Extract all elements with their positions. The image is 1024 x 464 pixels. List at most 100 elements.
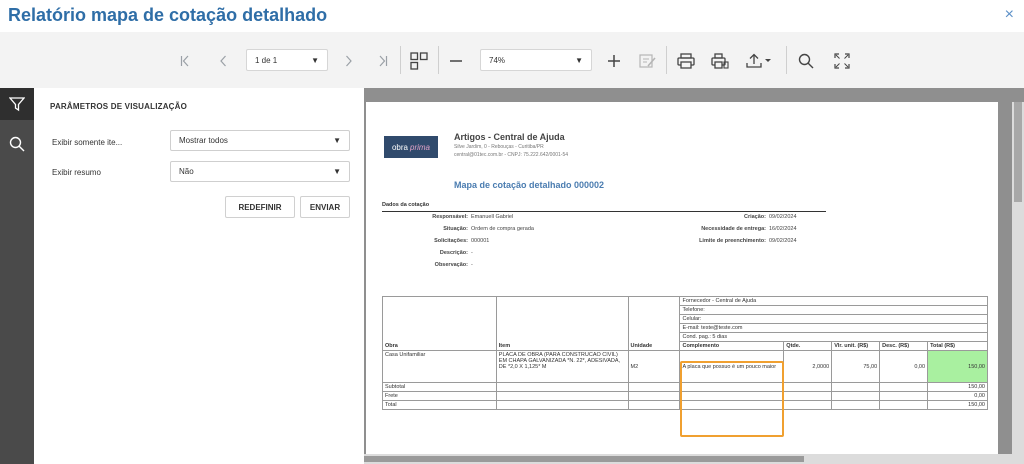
- field-key: Responsável:: [432, 214, 468, 220]
- field-value: 16/02/2024: [769, 226, 797, 232]
- cell-obra: Casa Unifamiliar: [382, 350, 497, 383]
- zoom-in-icon[interactable]: [606, 50, 622, 72]
- left-rail: [0, 88, 34, 464]
- parameters-panel: PARÂMETROS DE VISUALIZAÇÃO Exibir soment…: [34, 88, 364, 464]
- col-header-complemento: Complemento: [679, 341, 785, 351]
- previous-page-icon[interactable]: [216, 50, 230, 72]
- chevron-down-icon: ▼: [575, 55, 583, 65]
- field-value: Emanuell Gabriel: [471, 214, 514, 220]
- chevron-down-icon: ▼: [333, 136, 341, 145]
- page-selector[interactable]: 1 de 1 ▼: [246, 49, 328, 71]
- col-header-item: Item: [495, 341, 629, 351]
- search-icon[interactable]: [0, 128, 34, 160]
- toolbar-divider: [666, 46, 667, 74]
- supplier-phone: Telefone:: [679, 305, 988, 315]
- export-icon[interactable]: [744, 50, 774, 72]
- field-key: Criação:: [743, 214, 766, 220]
- report-viewer: obra prima Artigos - Central de Ajuda Sil…: [364, 88, 1024, 464]
- title-bar: Relatório mapa de cotação detalhado ×: [0, 0, 1024, 32]
- vertical-scroll-thumb[interactable]: [1014, 102, 1022, 202]
- edit-report-icon[interactable]: [638, 50, 658, 72]
- cell-total: 150,00: [927, 350, 988, 383]
- report-page: obra prima Artigos - Central de Ajuda Sil…: [366, 102, 998, 454]
- send-button[interactable]: ENVIAR: [300, 196, 350, 218]
- filter-icon[interactable]: [0, 88, 34, 120]
- supplier-payment-terms: Cond. pag.: 5 dias: [679, 332, 988, 342]
- fullscreen-icon[interactable]: [832, 50, 852, 72]
- cell-vlr-unit: 75,00: [831, 350, 881, 383]
- field-key: Descrição:: [439, 250, 468, 256]
- show-summary-label: Exibir resumo: [52, 168, 101, 177]
- cell-desc: 0,00: [879, 350, 929, 383]
- cell-unidade: M2: [627, 350, 681, 383]
- field-key: Situação:: [443, 226, 468, 232]
- show-summary-value: Não: [179, 167, 194, 176]
- page-layout-icon[interactable]: [408, 50, 430, 72]
- report-title: Mapa de cotação detalhado 000002: [454, 180, 605, 190]
- company-logo: obra prima: [384, 136, 438, 158]
- toolbar-divider: [786, 46, 787, 74]
- field-key: Solicitações:: [434, 238, 468, 244]
- zoom-out-icon[interactable]: [448, 50, 464, 72]
- col-header-desc: Desc. (R$): [879, 341, 929, 351]
- field-key: Observação:: [434, 262, 468, 268]
- close-icon[interactable]: ×: [1005, 6, 1014, 24]
- summary-label: Frete: [382, 391, 497, 401]
- col-header-vlr-unit: Vlr. unit. (R$): [831, 341, 881, 351]
- supplier-row: Fornecedor - Central de Ajuda: [382, 296, 988, 342]
- chevron-down-icon: ▼: [333, 167, 341, 176]
- summary-value: 0,00: [927, 391, 988, 401]
- complemento-highlight: [680, 361, 784, 437]
- report-toolbar: 1 de 1 ▼ 74% ▼: [0, 32, 1024, 88]
- field-value: -: [471, 250, 473, 256]
- table-header-row: Obra Item Unidade Complemento Qtde. Vlr.…: [382, 341, 988, 351]
- supplier-mobile: Celular:: [679, 314, 988, 324]
- field-value: 000001: [471, 238, 490, 244]
- chevron-down-icon: ▼: [311, 55, 319, 65]
- show-items-label: Exibir somente ite...: [52, 138, 123, 147]
- summary-label: Total: [382, 400, 497, 410]
- cell-qtde: 2,0000: [783, 350, 833, 383]
- zoom-value: 74%: [489, 55, 506, 65]
- panel-title: PARÂMETROS DE VISUALIZAÇÃO: [50, 102, 188, 111]
- next-page-icon[interactable]: [342, 50, 356, 72]
- section-title: Dados da cotação: [382, 202, 430, 208]
- cell-item: PLACA DE OBRA (PARA CONSTRUCAO CIVIL) EM…: [495, 350, 629, 383]
- field-value: Ordem de compra gerada: [471, 226, 534, 232]
- toolbar-divider: [400, 46, 401, 74]
- show-items-value: Mostrar todos: [179, 136, 228, 145]
- toolbar-divider: [438, 46, 439, 74]
- col-header-unidade: Unidade: [627, 341, 681, 351]
- supplier-name: Fornecedor - Central de Ajuda: [679, 296, 988, 306]
- horizontal-scrollbar[interactable]: [364, 454, 1012, 464]
- summary-label: Subtotal: [382, 382, 497, 392]
- col-header-total: Total (R$): [927, 341, 988, 351]
- org-address: Silve Jardim, 0 - Rebouças - Curitiba/PR: [454, 144, 544, 150]
- org-contact: central@01tec.com.br - CNPJ: 75.222.642/…: [454, 152, 569, 158]
- reset-button[interactable]: REDEFINIR: [225, 196, 295, 218]
- search-icon[interactable]: [796, 50, 816, 72]
- zoom-selector[interactable]: 74% ▼: [480, 49, 592, 71]
- col-header-qtde: Qtde.: [783, 341, 833, 351]
- print-icon[interactable]: [676, 50, 696, 72]
- vertical-scrollbar[interactable]: [1012, 102, 1024, 464]
- horizontal-scroll-thumb[interactable]: [364, 456, 804, 462]
- field-value: -: [471, 262, 473, 268]
- field-key: Necessidade de entrega:: [701, 226, 766, 232]
- col-header-obra: Obra: [382, 341, 497, 351]
- page-value: 1 de 1: [255, 55, 278, 65]
- summary-value: 150,00: [927, 400, 988, 410]
- summary-value: 150,00: [927, 382, 988, 392]
- org-name: Artigos - Central de Ajuda: [454, 132, 565, 142]
- field-value: 09/02/2024: [769, 214, 797, 220]
- first-page-icon[interactable]: [178, 50, 192, 72]
- section-divider: [382, 211, 826, 212]
- field-value: 09/02/2024: [769, 238, 797, 244]
- supplier-email: E-mail: teste@teste.com: [679, 323, 988, 333]
- window-title: Relatório mapa de cotação detalhado: [8, 5, 328, 25]
- show-items-select[interactable]: Mostrar todos ▼: [170, 130, 350, 151]
- last-page-icon[interactable]: [376, 50, 390, 72]
- show-summary-select[interactable]: Não ▼: [170, 161, 350, 182]
- field-key: Limite de preenchimento:: [699, 238, 766, 244]
- print-page-icon[interactable]: [710, 50, 730, 72]
